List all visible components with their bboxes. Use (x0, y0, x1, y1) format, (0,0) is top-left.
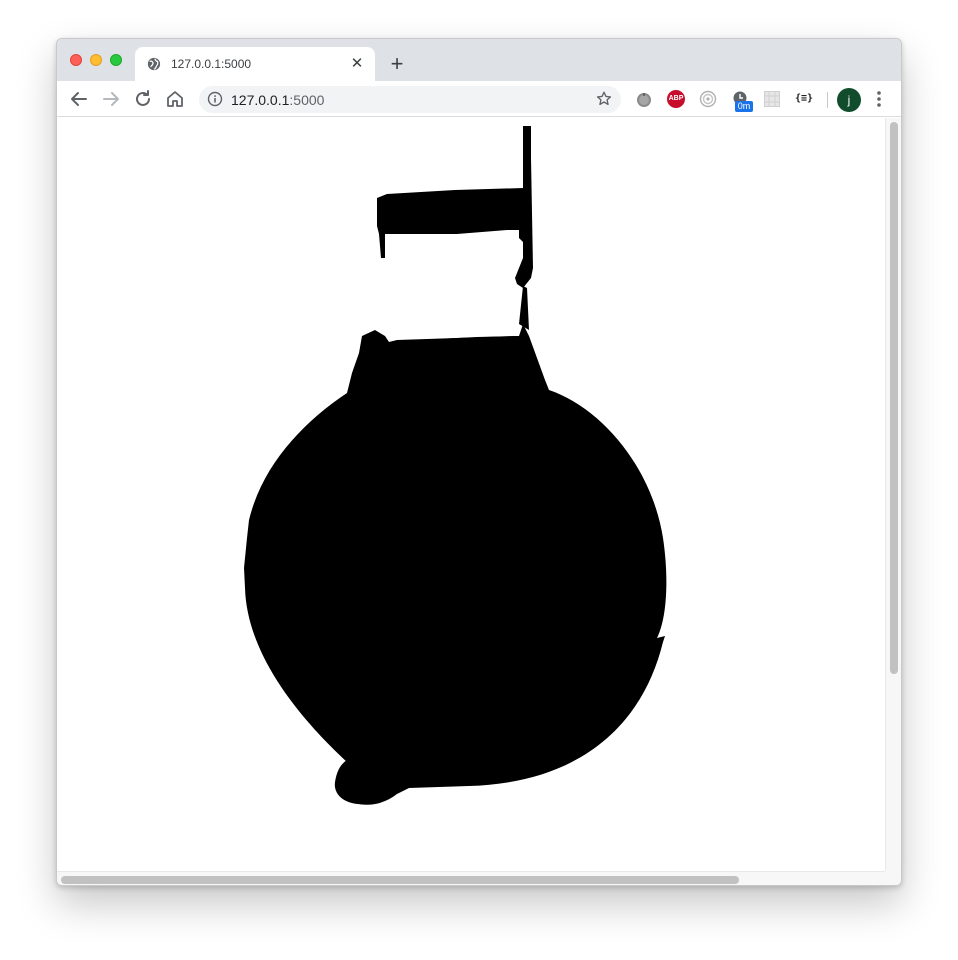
toolbar: 127.0.0.1:5000 ABP 0m {≡} j (57, 81, 901, 117)
home-button[interactable] (163, 87, 187, 111)
arrow-right-icon (103, 92, 119, 106)
url-port: :5000 (289, 92, 325, 108)
blob-body (244, 324, 667, 805)
vertical-scrollbar[interactable] (885, 118, 901, 871)
tab-title: 127.0.0.1:5000 (171, 57, 252, 71)
browser-window: 127.0.0.1:5000 ✕ + 127.0.0.1:5000 ABP 0m… (56, 38, 902, 886)
reload-icon (136, 90, 150, 106)
star-icon[interactable] (595, 90, 613, 108)
active-tab[interactable]: 127.0.0.1:5000 ✕ (135, 47, 375, 81)
close-tab-icon[interactable]: ✕ (347, 54, 367, 74)
back-button[interactable] (67, 87, 91, 111)
horizontal-scrollbar[interactable] (57, 871, 887, 885)
target-extension-icon[interactable] (699, 90, 717, 108)
new-tab-button[interactable]: + (385, 53, 409, 77)
maximize-window-button[interactable] (110, 54, 122, 66)
toolbar-separator (827, 92, 828, 108)
reload-button[interactable] (131, 87, 155, 111)
globe-icon (147, 57, 161, 71)
address-bar[interactable]: 127.0.0.1:5000 (199, 86, 621, 113)
blob-connector (519, 286, 529, 330)
vertical-scrollbar-thumb[interactable] (890, 122, 898, 674)
forward-button[interactable] (99, 87, 123, 111)
scrollbar-corner (885, 871, 901, 885)
json-viewer-extension-icon[interactable]: {≡} (793, 90, 815, 108)
arrow-left-icon (71, 92, 87, 106)
tomato-timer-extension-icon[interactable] (635, 90, 653, 108)
url-text[interactable]: 127.0.0.1:5000 (231, 92, 324, 108)
adblock-extension-icon[interactable]: ABP (667, 90, 685, 108)
tab-strip: 127.0.0.1:5000 ✕ + (57, 39, 901, 81)
kebab-menu-icon[interactable] (875, 89, 883, 109)
profile-avatar[interactable]: j (837, 88, 861, 112)
horizontal-scrollbar-thumb[interactable] (61, 876, 739, 884)
home-icon (167, 91, 183, 107)
minimize-window-button[interactable] (90, 54, 102, 66)
grid-extension-icon[interactable] (763, 90, 781, 108)
blob-drawing (244, 126, 667, 805)
page-viewport (57, 118, 901, 885)
timer-badge: 0m (735, 101, 753, 112)
close-window-button[interactable] (70, 54, 82, 66)
blob-arm (377, 188, 525, 258)
info-icon[interactable] (207, 91, 223, 107)
url-host: 127.0.0.1 (231, 92, 290, 108)
